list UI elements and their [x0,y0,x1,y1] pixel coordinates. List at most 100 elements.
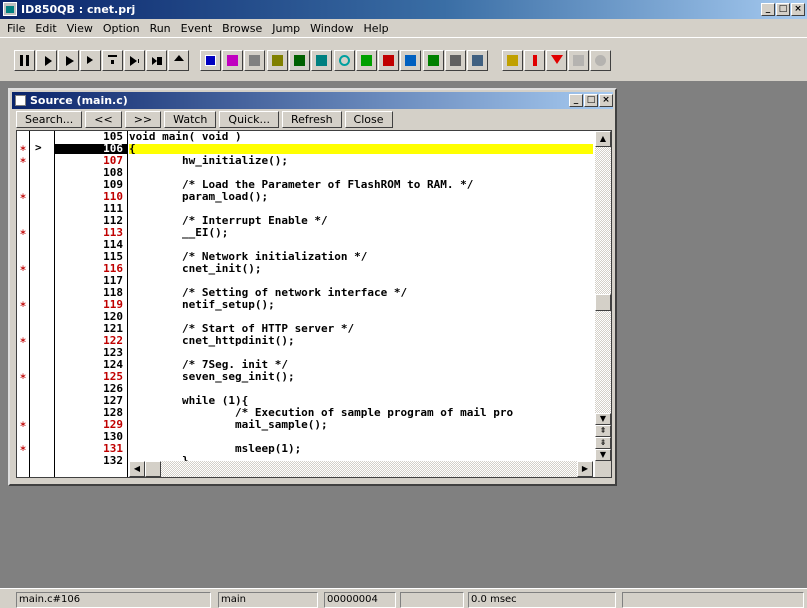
source-code-view[interactable]: ∗ ∗ ∗ ∗ ∗ ∗ ∗ ∗ ∗ ∗ > 105 106 107 108 109 110 111 112 113… [16,130,612,478]
source-close-button[interactable]: × [599,94,613,107]
source-window-title-bar[interactable]: Source (main.c) _ □ × [12,92,613,109]
sfr-window-button[interactable] [267,50,288,71]
code-line[interactable]: /* Execution of sample program of mail p… [129,407,513,418]
code-line[interactable]: cnet_init(); [129,263,261,274]
event-button[interactable] [378,50,399,71]
search-button[interactable]: Search... [16,111,83,128]
breakpoint-mark-icon[interactable]: ∗ [17,300,29,310]
code-line[interactable]: mail_sample(); [129,419,328,430]
run-button[interactable] [58,50,79,71]
event-manager-button[interactable] [524,50,545,71]
code-line[interactable]: /* Interrupt Enable */ [129,215,328,226]
close-button[interactable]: Close [344,111,393,128]
pause-button[interactable] [14,50,35,71]
previous-button[interactable]: << [85,111,122,128]
line-number: 109 [103,178,123,191]
code-line[interactable]: __EI(); [129,227,228,238]
code-line[interactable]: /* 7Seg. init */ [129,359,288,370]
breakpoint-mark-icon[interactable]: ∗ [17,156,29,166]
app-title-bar[interactable]: ID850QB : cnet.prj _ □ × [0,0,807,19]
breakpoint-mark-icon[interactable]: ∗ [17,192,29,202]
breakpoint-mark-icon[interactable]: ∗ [17,264,29,274]
code-line[interactable]: seven_seg_init(); [129,371,295,382]
quick-button[interactable]: Quick... [219,111,279,128]
status-field-extra [622,592,804,608]
code-line[interactable]: while (1){ [129,395,248,406]
breakpoint-button[interactable] [445,50,466,71]
refresh-button[interactable]: Refresh [282,111,342,128]
run-to-cursor-button[interactable] [124,50,145,71]
restart-button[interactable] [146,50,167,71]
source-minimize-button[interactable]: _ [569,94,583,107]
breakpoint-mark-icon[interactable]: ∗ [17,144,29,154]
menu-window[interactable]: Window [305,22,358,35]
breakpoint-mark-icon[interactable]: ∗ [17,336,29,346]
breakpoint-mark-icon[interactable]: ∗ [17,228,29,238]
code-line[interactable]: /* Setting of network interface */ [129,287,407,298]
vertical-scrollbar[interactable]: ▲ ▼ ⇞ ⇟ ▼ [595,131,611,461]
trace-button[interactable] [356,50,377,71]
code-line[interactable]: /* Network initialization */ [129,251,367,262]
stack-button[interactable] [423,50,444,71]
scroll-end-button[interactable]: ▼ [595,449,611,461]
search-button[interactable] [334,50,355,71]
menu-option[interactable]: Option [98,22,145,35]
disabled-button-1[interactable] [568,50,589,71]
timer-button[interactable] [467,50,488,71]
return-button[interactable] [102,50,123,71]
eject-button[interactable] [168,50,189,71]
menu-help[interactable]: Help [359,22,394,35]
scroll-down-button[interactable]: ▼ [595,413,611,425]
horizontal-scroll-thumb[interactable] [145,461,161,477]
next-button[interactable]: >> [124,111,162,128]
disabled-button-2[interactable] [590,50,611,71]
source-maximize-button[interactable]: □ [584,94,598,107]
watch-button[interactable]: Watch [164,111,217,128]
register-window-button[interactable] [244,50,265,71]
cache-button[interactable] [311,50,332,71]
snap-button[interactable] [546,50,567,71]
scroll-right-button[interactable]: ▶ [577,461,593,477]
code-line[interactable]: netif_setup(); [129,299,275,310]
menu-edit[interactable]: Edit [30,22,61,35]
page-up-button[interactable]: ⇞ [595,425,611,437]
menu-view[interactable]: View [62,22,98,35]
code-line[interactable]: hw_initialize(); [129,155,288,166]
scroll-up-button[interactable]: ▲ [595,131,611,147]
line-number: 105 [103,130,123,143]
breakpoint-mark-icon[interactable]: ∗ [17,420,29,430]
code-line[interactable]: { [129,143,593,154]
menu-event[interactable]: Event [176,22,218,35]
menu-jump[interactable]: Jump [267,22,305,35]
timer-icon [472,55,483,66]
code-line[interactable]: param_load(); [129,191,268,202]
maximize-button[interactable]: □ [776,3,790,16]
assemble-button[interactable] [289,50,310,71]
watch-window-button[interactable] [200,50,221,71]
step-over-button[interactable] [36,50,57,71]
menu-file[interactable]: File [2,22,30,35]
code-text-area[interactable]: void main( void ){ hw_initialize(); /* L… [129,131,593,461]
breakpoint-mark-icon[interactable]: ∗ [17,372,29,382]
close-button[interactable]: × [791,3,805,16]
breakpoint-mark-icon[interactable]: ∗ [17,444,29,454]
menu-run[interactable]: Run [145,22,176,35]
menu-browse[interactable]: Browse [217,22,267,35]
breakpoint-gutter[interactable]: ∗ ∗ ∗ ∗ ∗ ∗ ∗ ∗ ∗ ∗ [17,131,30,477]
coverage-button[interactable] [400,50,421,71]
code-line[interactable]: cnet_httpdinit(); [129,335,295,346]
code-line[interactable]: /* Load the Parameter of FlashROM to RAM… [129,179,473,190]
page-down-button[interactable]: ⇟ [595,437,611,449]
horizontal-scrollbar[interactable]: ◀ ▶ [129,461,593,477]
scroll-corner [595,461,611,477]
step-in-button[interactable] [80,50,101,71]
minimize-button[interactable]: _ [761,3,775,16]
scroll-left-button[interactable]: ◀ [129,461,145,477]
memory-window-button[interactable] [222,50,243,71]
code-line[interactable]: msleep(1); [129,443,301,454]
code-line[interactable]: /* Start of HTTP server */ [129,323,354,334]
console-button[interactable] [502,50,523,71]
scroll-thumb[interactable] [595,294,611,311]
code-line[interactable]: void main( void ) [129,131,242,142]
pause-icon [20,55,29,66]
